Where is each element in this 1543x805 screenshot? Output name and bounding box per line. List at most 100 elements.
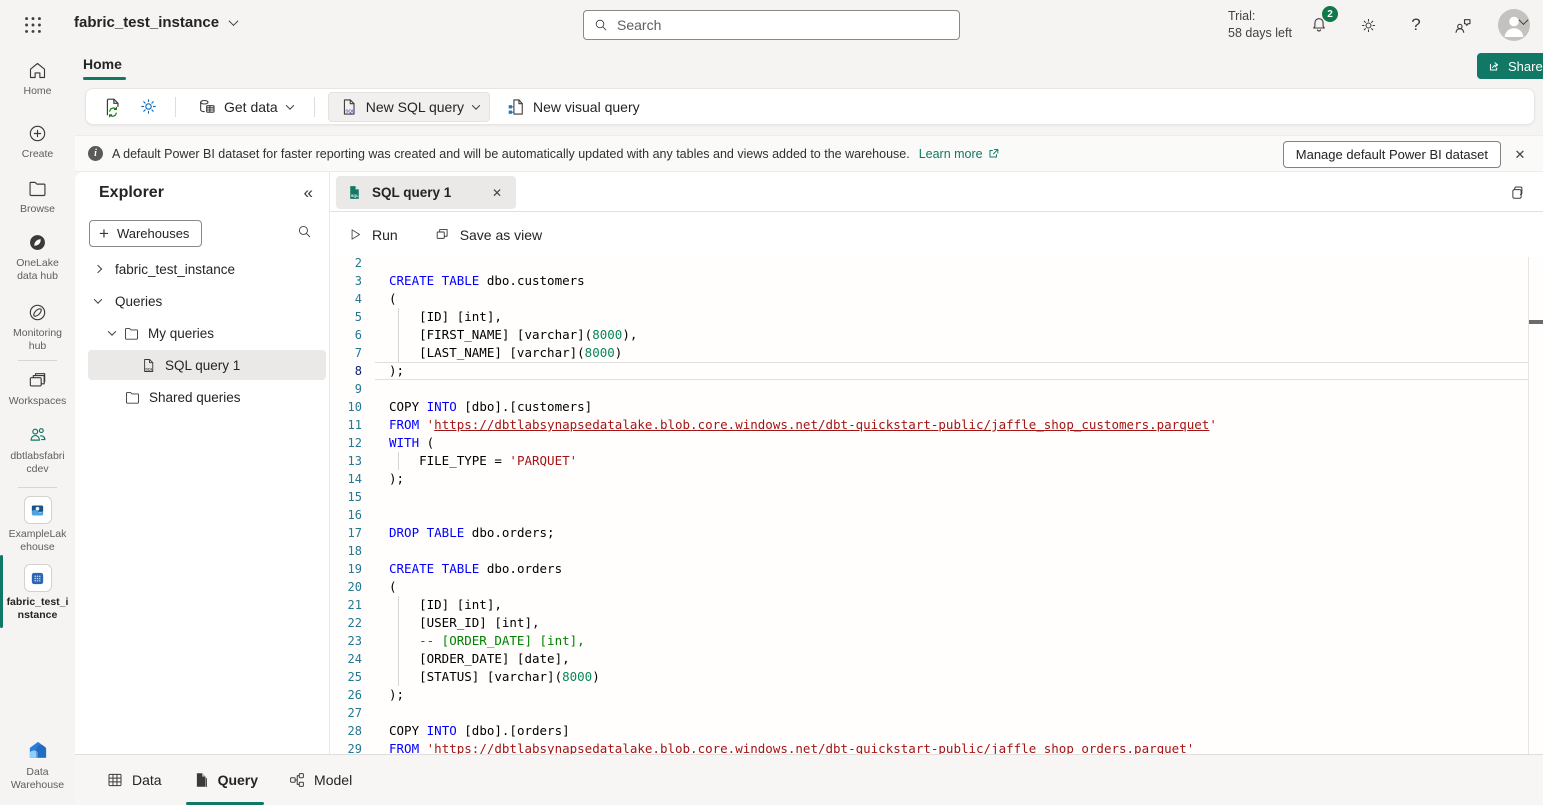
code-line[interactable]: 11FROM 'https://dbtlabsynapsedatalake.bl… bbox=[330, 416, 1543, 434]
explorer-search-button[interactable] bbox=[296, 223, 313, 240]
code-line[interactable]: 28COPY INTO [dbo].[orders] bbox=[330, 722, 1543, 740]
nav-item-onelake-data-hub[interactable]: OneLake data hub bbox=[0, 232, 75, 283]
nav-rail: Home Create Browse OneLake data hub Moni… bbox=[0, 50, 75, 804]
global-search[interactable] bbox=[583, 10, 960, 40]
sql-code-editor[interactable]: 23CREATE TABLE dbo.customers4(5 [ID] [in… bbox=[330, 257, 1543, 754]
code-text bbox=[375, 257, 389, 272]
new-sql-query-button[interactable]: SQL New SQL query bbox=[328, 92, 490, 122]
ribbon-collapse-button[interactable] bbox=[1520, 12, 1527, 28]
code-line[interactable]: 22 [USER_ID] [int], bbox=[330, 614, 1543, 632]
code-line[interactable]: 25 [STATUS] [varchar](8000) bbox=[330, 668, 1543, 686]
code-line[interactable]: 3CREATE TABLE dbo.customers bbox=[330, 272, 1543, 290]
code-line[interactable]: 9 bbox=[330, 380, 1543, 398]
code-line[interactable]: 26); bbox=[330, 686, 1543, 704]
folder-icon bbox=[27, 178, 48, 199]
code-line[interactable]: 19CREATE TABLE dbo.orders bbox=[330, 560, 1543, 578]
tree-item-shared-queries[interactable]: Shared queries bbox=[88, 382, 326, 412]
get-data-button[interactable]: Get data bbox=[189, 93, 301, 121]
close-icon: ✕ bbox=[1515, 147, 1526, 163]
code-line[interactable]: 10COPY INTO [dbo].[customers] bbox=[330, 398, 1543, 416]
code-text: [ORDER_DATE] [date], bbox=[375, 650, 570, 668]
tab-query[interactable]: Query bbox=[186, 768, 264, 792]
code-text: -- [ORDER_DATE] [int], bbox=[375, 632, 585, 650]
code-line[interactable]: 18 bbox=[330, 542, 1543, 560]
editor-scroll-marker[interactable] bbox=[1529, 320, 1543, 324]
code-line[interactable]: 8); bbox=[330, 362, 1543, 380]
code-text: FILE_TYPE = 'PARQUET' bbox=[375, 452, 577, 470]
copy-button[interactable] bbox=[1505, 181, 1529, 205]
nav-item-data-warehouse[interactable]: Data Warehouse bbox=[0, 738, 75, 792]
code-line[interactable]: 23 -- [ORDER_DATE] [int], bbox=[330, 632, 1543, 650]
banner-message: A default Power BI dataset for faster re… bbox=[112, 147, 910, 161]
learn-more-link[interactable]: Learn more bbox=[919, 147, 1000, 161]
query-editor-panel: SQL SQL query 1 ✕ Run Save as view 23CRE… bbox=[330, 172, 1543, 754]
tab-model[interactable]: Model bbox=[282, 768, 358, 792]
close-icon[interactable]: ✕ bbox=[488, 184, 506, 202]
app-launcher-icon[interactable] bbox=[22, 14, 44, 36]
collapse-panel-button[interactable]: « bbox=[304, 183, 313, 203]
help-button[interactable]: ? bbox=[1403, 12, 1429, 38]
search-input[interactable] bbox=[617, 17, 950, 33]
workspaces-icon bbox=[27, 370, 48, 391]
code-line[interactable]: 16 bbox=[330, 506, 1543, 524]
code-line[interactable]: 6 [FIRST_NAME] [varchar](8000), bbox=[330, 326, 1543, 344]
manage-dataset-button[interactable]: Manage default Power BI dataset bbox=[1283, 141, 1501, 168]
settings-button[interactable] bbox=[1355, 12, 1381, 38]
lakehouse-icon bbox=[24, 496, 52, 524]
tab-sql-query-1[interactable]: SQL SQL query 1 ✕ bbox=[336, 176, 516, 209]
code-line[interactable]: 29FROM 'https://dbtlabsynapsedatalake.bl… bbox=[330, 740, 1543, 754]
query-settings-button[interactable] bbox=[134, 93, 162, 121]
model-diagram-icon bbox=[288, 771, 306, 789]
banner-close-button[interactable]: ✕ bbox=[1509, 144, 1531, 166]
indent-guide bbox=[398, 326, 399, 344]
tree-item-queries[interactable]: Queries bbox=[88, 286, 326, 316]
code-line[interactable]: 13 FILE_TYPE = 'PARQUET' bbox=[330, 452, 1543, 470]
code-line[interactable]: 21 [ID] [int], bbox=[330, 596, 1543, 614]
line-number: 23 bbox=[330, 632, 375, 650]
folder-icon bbox=[124, 389, 141, 406]
line-number: 18 bbox=[330, 542, 375, 560]
nav-item-workspace-dbtlabsfabricdev[interactable]: dbtlabsfabri cdev bbox=[0, 424, 75, 476]
code-line[interactable]: 20( bbox=[330, 578, 1543, 596]
nav-item-fabric-test-instance[interactable]: fabric_test_i nstance bbox=[0, 564, 75, 622]
code-text: [LAST_NAME] [varchar](8000) bbox=[375, 344, 622, 362]
workspace-switcher[interactable]: fabric_test_instance bbox=[74, 14, 237, 31]
nav-item-workspaces[interactable]: Workspaces bbox=[0, 370, 75, 408]
code-line[interactable]: 12WITH ( bbox=[330, 434, 1543, 452]
line-number: 3 bbox=[330, 272, 375, 290]
code-text bbox=[375, 542, 389, 560]
tree-item-my-queries[interactable]: My queries bbox=[88, 318, 326, 348]
tab-data[interactable]: Data bbox=[100, 768, 168, 792]
tab-home[interactable]: Home bbox=[83, 56, 122, 72]
nav-item-home[interactable]: Home bbox=[0, 60, 75, 98]
code-text: FROM 'https://dbtlabsynapsedatalake.blob… bbox=[375, 740, 1194, 754]
line-number: 11 bbox=[330, 416, 375, 434]
code-line[interactable]: 24 [ORDER_DATE] [date], bbox=[330, 650, 1543, 668]
code-line[interactable]: 15 bbox=[330, 488, 1543, 506]
nav-item-examplelakehouse[interactable]: ExampleLak ehouse bbox=[0, 496, 75, 554]
share-button[interactable]: Share bbox=[1477, 53, 1543, 79]
line-number: 9 bbox=[330, 380, 375, 398]
save-as-view-button[interactable]: Save as view bbox=[434, 226, 542, 243]
code-line[interactable]: 14); bbox=[330, 470, 1543, 488]
add-warehouses-button[interactable]: + Warehouses bbox=[89, 220, 202, 247]
feedback-button[interactable] bbox=[1449, 12, 1475, 38]
nav-item-browse[interactable]: Browse bbox=[0, 178, 75, 216]
code-line[interactable]: 4( bbox=[330, 290, 1543, 308]
line-number: 4 bbox=[330, 290, 375, 308]
new-query-refresh-button[interactable] bbox=[98, 93, 126, 121]
line-number: 19 bbox=[330, 560, 375, 578]
code-line[interactable]: 27 bbox=[330, 704, 1543, 722]
nav-item-monitoring-hub[interactable]: Monitoring hub bbox=[0, 302, 75, 353]
run-button[interactable]: Run bbox=[348, 227, 398, 243]
info-icon: i bbox=[88, 146, 103, 161]
tree-item-sql-query-1[interactable]: SQL SQL query 1 bbox=[88, 350, 326, 380]
code-line[interactable]: 17DROP TABLE dbo.orders; bbox=[330, 524, 1543, 542]
new-visual-query-button[interactable]: New visual query bbox=[498, 93, 648, 121]
line-number: 27 bbox=[330, 704, 375, 722]
code-line[interactable]: 7 [LAST_NAME] [varchar](8000) bbox=[330, 344, 1543, 362]
nav-item-create[interactable]: Create bbox=[0, 123, 75, 161]
code-line[interactable]: 5 [ID] [int], bbox=[330, 308, 1543, 326]
code-line[interactable]: 2 bbox=[330, 257, 1543, 272]
tree-item-warehouse[interactable]: fabric_test_instance bbox=[88, 254, 326, 284]
